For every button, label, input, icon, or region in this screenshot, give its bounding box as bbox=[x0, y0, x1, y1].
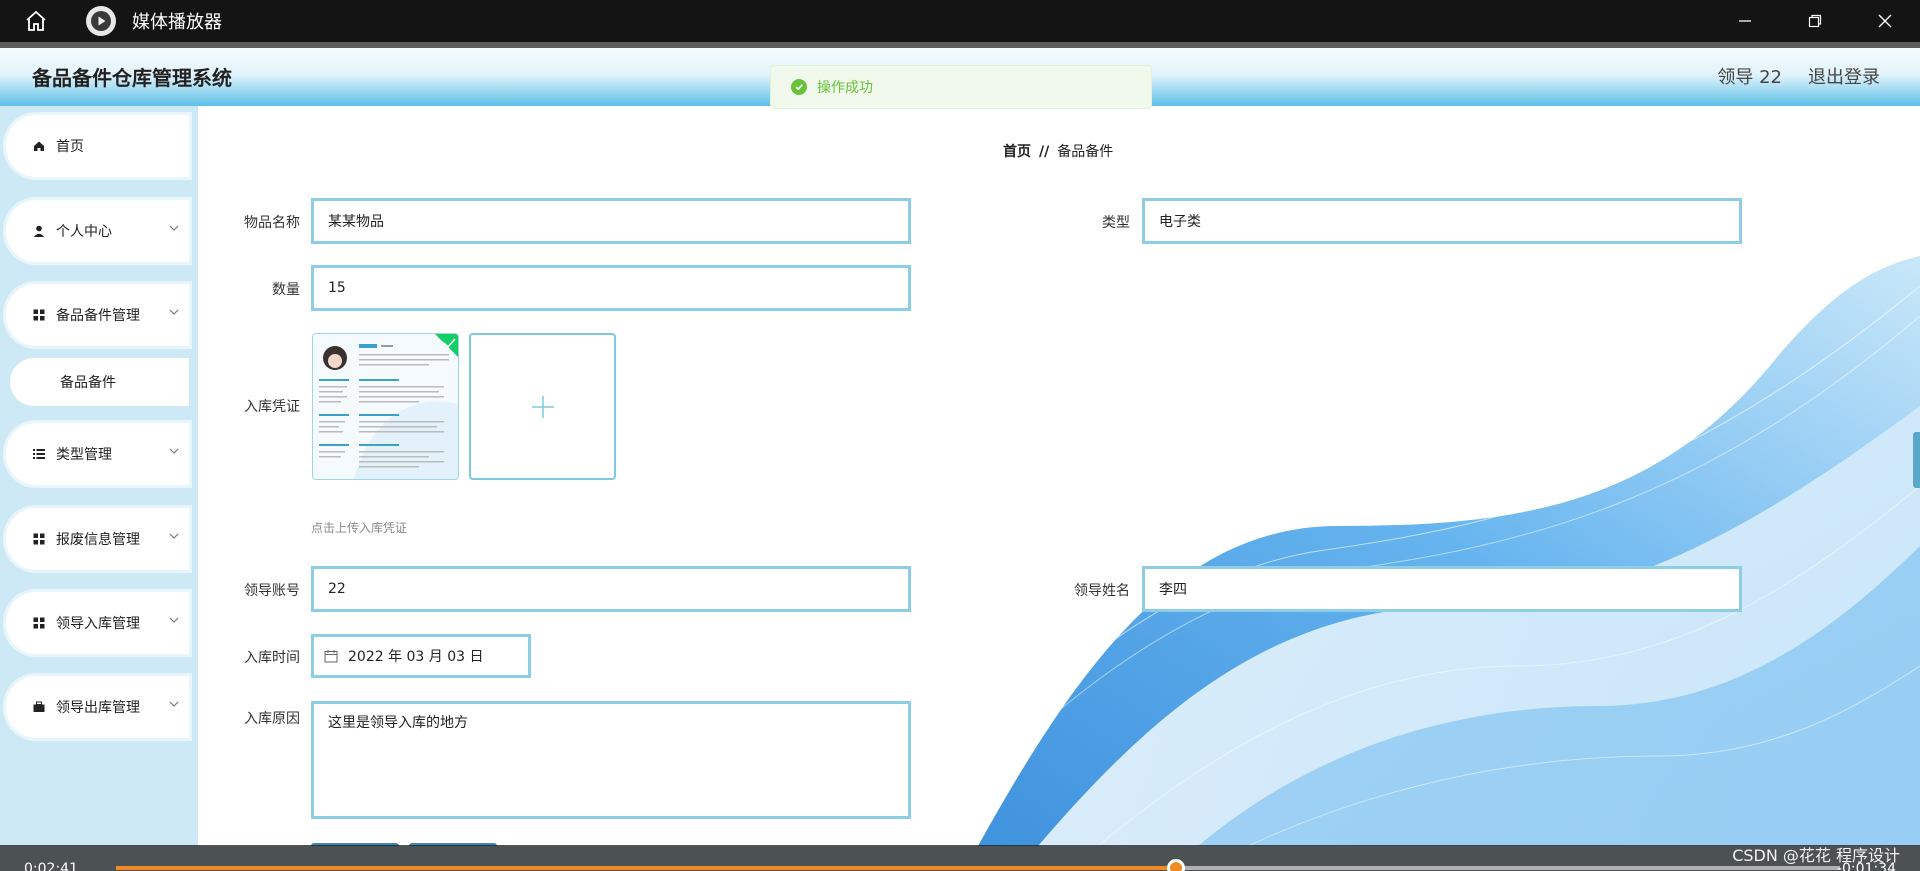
item-name-label: 物品名称 bbox=[244, 215, 300, 231]
type-input[interactable]: 电子类 bbox=[1142, 198, 1742, 244]
grid-icon bbox=[32, 308, 46, 322]
progress-knob[interactable] bbox=[1167, 859, 1186, 871]
restore-button[interactable] bbox=[1780, 0, 1850, 42]
item-name-input[interactable]: 某某物品 bbox=[311, 198, 911, 244]
player-title: 媒体播放器 bbox=[132, 12, 222, 33]
sidebar-item-stock-out[interactable]: 领导出库管理 bbox=[6, 676, 189, 738]
player-controls: 0:02:41 -0:01:34 bbox=[0, 845, 1920, 871]
leader-account-label: 领导账号 bbox=[244, 583, 300, 599]
player-home-button[interactable] bbox=[20, 5, 52, 37]
sidebar-item-scrap[interactable]: 报废信息管理 bbox=[6, 508, 189, 570]
breadcrumb: 首页 // 备品备件 bbox=[1003, 141, 1113, 161]
toast-message: 操作成功 bbox=[817, 80, 873, 96]
time-elapsed: 0:02:41 bbox=[24, 861, 78, 871]
logout-link[interactable]: 退出登录 bbox=[1808, 63, 1880, 89]
chevron-down-icon bbox=[169, 309, 179, 315]
voucher-label: 入库凭证 bbox=[244, 399, 300, 415]
restore-icon bbox=[1808, 14, 1822, 28]
player-logo-icon bbox=[86, 6, 116, 36]
sidebar-item-spare-parts[interactable]: 备品备件管理 bbox=[6, 284, 189, 346]
minimize-button[interactable] bbox=[1710, 0, 1780, 42]
home-icon bbox=[26, 10, 46, 31]
sidebar-item-label: 报废信息管理 bbox=[56, 532, 140, 548]
stock-in-time-label: 入库时间 bbox=[244, 650, 300, 666]
briefcase-icon bbox=[32, 700, 46, 714]
minimize-icon bbox=[1739, 20, 1751, 22]
close-icon bbox=[1878, 14, 1892, 28]
main-content: 首页 // 备品备件 物品名称 某某物品 类型 电子类 数量 15 入库凭证 点击上… bbox=[198, 106, 1920, 846]
chevron-down-icon bbox=[169, 617, 179, 623]
progress-fill bbox=[116, 866, 1177, 870]
sidebar-subitem-label: 备品备件 bbox=[60, 375, 116, 391]
upload-tip: 点击上传入库凭证 bbox=[311, 521, 408, 535]
sidebar: 首页 个人中心 备品备件管理 备品备件 类型管理 报废信息管理 领导入库管理 领… bbox=[0, 106, 198, 846]
success-toast: 操作成功 bbox=[770, 65, 1152, 109]
chevron-down-icon bbox=[169, 225, 179, 231]
current-user: 领导 22 bbox=[1717, 67, 1782, 88]
grid-icon bbox=[32, 616, 46, 630]
voucher-thumbnail[interactable] bbox=[312, 333, 459, 480]
resume-document-image bbox=[313, 334, 458, 479]
quantity-input[interactable]: 15 bbox=[311, 265, 911, 311]
stock-in-reason-label: 入库原因 bbox=[244, 711, 300, 727]
player-title-bar: 媒体播放器 bbox=[0, 0, 1920, 42]
sidebar-item-label: 领导出库管理 bbox=[56, 700, 140, 716]
sidebar-item-label: 个人中心 bbox=[56, 224, 112, 240]
sidebar-item-label: 首页 bbox=[56, 139, 84, 155]
quantity-label: 数量 bbox=[272, 282, 300, 298]
check-circle-icon bbox=[791, 79, 807, 95]
close-button[interactable] bbox=[1850, 0, 1920, 42]
plus-icon bbox=[531, 395, 554, 418]
breadcrumb-home[interactable]: 首页 bbox=[1003, 144, 1031, 160]
watermark: CSDN @花花 程序设计 bbox=[1732, 846, 1900, 865]
progress-bar[interactable] bbox=[116, 859, 1840, 871]
type-label: 类型 bbox=[1102, 215, 1130, 231]
sidebar-item-label: 领导入库管理 bbox=[56, 616, 140, 632]
stock-in-reason-textarea[interactable]: 这里是领导入库的地方 bbox=[311, 701, 911, 819]
home-icon bbox=[32, 139, 46, 153]
sidebar-item-personal[interactable]: 个人中心 bbox=[6, 200, 189, 262]
sidebar-item-stock-in[interactable]: 领导入库管理 bbox=[6, 592, 189, 654]
upload-add-button[interactable] bbox=[469, 333, 616, 480]
chevron-down-icon bbox=[169, 533, 179, 539]
sidebar-item-label: 类型管理 bbox=[56, 447, 112, 463]
stock-in-date-value: 2022 年 03 月 03 日 bbox=[348, 649, 484, 665]
chevron-down-icon bbox=[169, 701, 179, 707]
sidebar-item-home[interactable]: 首页 bbox=[6, 115, 189, 177]
sidebar-item-types[interactable]: 类型管理 bbox=[6, 423, 189, 485]
app-title: 备品备件仓库管理系统 bbox=[32, 66, 232, 90]
calendar-icon bbox=[324, 650, 338, 663]
list-icon bbox=[32, 447, 46, 461]
chevron-down-icon bbox=[169, 448, 179, 454]
breadcrumb-separator: // bbox=[1039, 144, 1050, 160]
stock-in-date-picker[interactable]: 2022 年 03 月 03 日 bbox=[311, 634, 531, 678]
scrollbar-thumb[interactable] bbox=[1913, 432, 1920, 488]
grid-icon bbox=[32, 532, 46, 546]
window-controls bbox=[1710, 0, 1920, 42]
person-icon bbox=[32, 224, 46, 238]
leader-name-label: 领导姓名 bbox=[1074, 583, 1130, 599]
sidebar-subitem-spare-parts[interactable]: 备品备件 bbox=[10, 358, 189, 406]
breadcrumb-current: 备品备件 bbox=[1057, 144, 1114, 160]
sidebar-item-label: 备品备件管理 bbox=[56, 308, 140, 324]
leader-name-input[interactable]: 李四 bbox=[1142, 566, 1742, 612]
leader-account-input[interactable]: 22 bbox=[311, 566, 911, 612]
